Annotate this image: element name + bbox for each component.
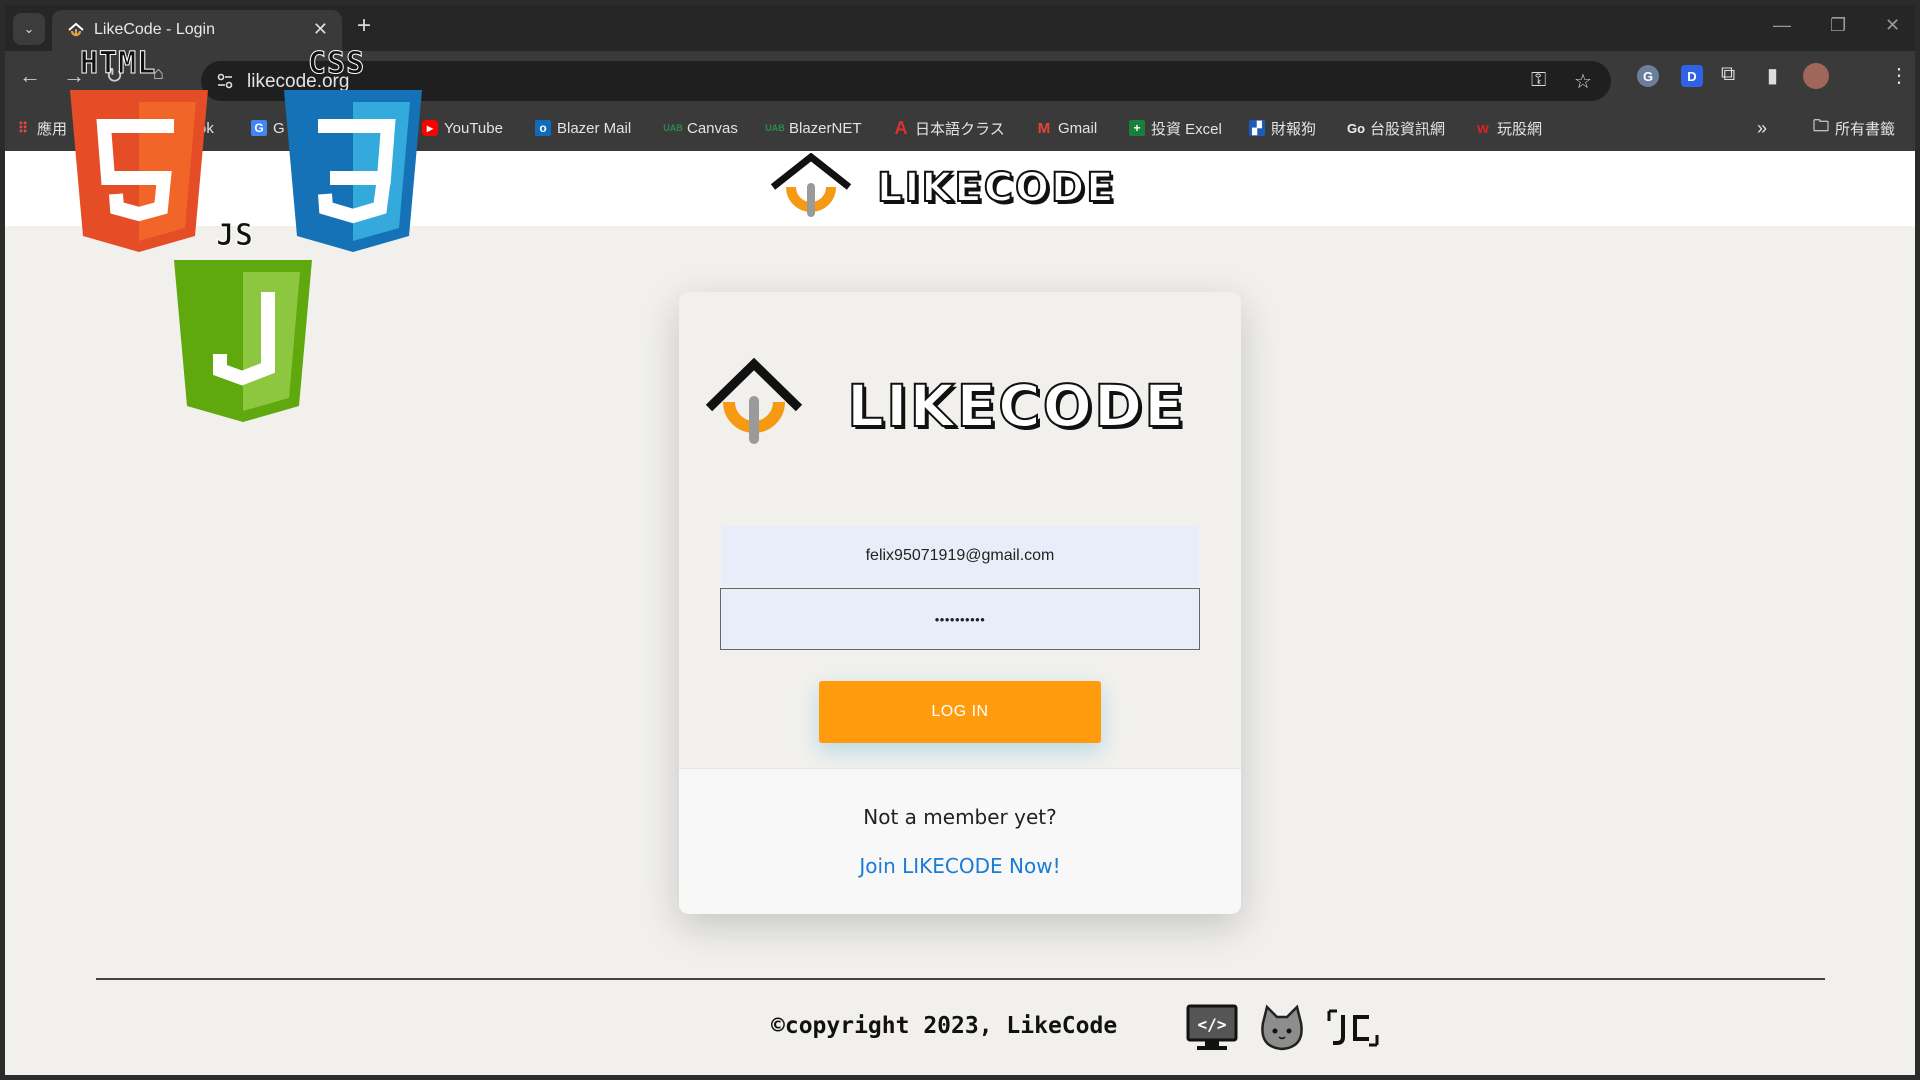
js-label: JS bbox=[215, 218, 255, 254]
close-window-icon[interactable]: ✕ bbox=[1885, 15, 1900, 36]
bookmark-label: 投資 Excel bbox=[1151, 120, 1222, 138]
more-bookmarks-icon[interactable]: » bbox=[1757, 117, 1767, 139]
new-tab-icon[interactable]: + bbox=[357, 14, 371, 38]
copyright-text: ©copyright 2023, LikeCode bbox=[771, 1013, 1118, 1039]
login-card: LIKECODE felix95071919@gmail.com •••••••… bbox=[679, 292, 1241, 914]
bookmark-label: 台股資訊網 bbox=[1370, 120, 1446, 138]
bookmark-blazernet[interactable]: UAB BlazerNET bbox=[765, 117, 862, 139]
jc-logo-icon[interactable] bbox=[1325, 1007, 1381, 1049]
password-field[interactable]: •••••••••• bbox=[720, 588, 1200, 650]
all-bookmarks-label: 所有書籤 bbox=[1835, 120, 1896, 138]
svg-text:</>: </> bbox=[1198, 1015, 1227, 1034]
close-tab-icon[interactable]: ✕ bbox=[313, 19, 328, 40]
bookmark-label: 玩股網 bbox=[1497, 120, 1543, 138]
menu-kebab-icon[interactable]: ⋮ bbox=[1889, 63, 1909, 88]
footer-divider bbox=[96, 978, 1825, 980]
tab-search-button[interactable]: ⌄ bbox=[13, 13, 45, 45]
html5-shield-icon bbox=[70, 90, 208, 252]
go-icon: Go bbox=[1346, 120, 1366, 136]
login-button[interactable]: LOG IN bbox=[819, 681, 1101, 743]
star-bookmark-icon[interactable]: ☆ bbox=[1574, 69, 1592, 94]
email-field[interactable]: felix95071919@gmail.com bbox=[721, 526, 1199, 586]
card-brand: LIKECODE bbox=[846, 371, 1186, 441]
sheets-icon: + bbox=[1129, 120, 1145, 136]
join-link[interactable]: Join LIKECODE Now! bbox=[679, 854, 1241, 878]
gmail-icon: M bbox=[1037, 119, 1051, 137]
tab-likecode-login[interactable]: LikeCode - Login ✕ bbox=[52, 10, 342, 51]
css3-shield-icon bbox=[284, 90, 422, 252]
bookmark-wantgoo[interactable]: w 玩股網 bbox=[1475, 117, 1542, 139]
likecode-favicon-icon bbox=[68, 22, 84, 37]
a-letter-icon: A bbox=[894, 117, 908, 138]
css-label: CSS bbox=[307, 46, 366, 82]
bookmark-label: Blazer Mail bbox=[557, 119, 632, 137]
tab-title: LikeCode - Login bbox=[94, 21, 215, 38]
bookmark-canvas[interactable]: UAB Canvas bbox=[663, 117, 738, 139]
bookmark-gmail[interactable]: M Gmail bbox=[1036, 117, 1097, 139]
bookmark-label: Gmail bbox=[1058, 119, 1098, 137]
all-bookmarks[interactable]: 🗀 所有書籤 bbox=[1813, 117, 1895, 139]
js-shield-icon bbox=[174, 260, 312, 422]
minimize-icon[interactable]: — bbox=[1773, 15, 1791, 36]
restore-icon[interactable]: ❐ bbox=[1830, 15, 1846, 36]
password-value: •••••••••• bbox=[934, 611, 986, 627]
bookmark-apps[interactable]: ⠿ 應用 bbox=[15, 117, 67, 139]
canvas-icon: UAB bbox=[663, 123, 683, 133]
code-monitor-icon[interactable]: </> bbox=[1185, 1003, 1239, 1053]
bookmark-youtube[interactable]: ▶ YouTube bbox=[422, 117, 503, 139]
tab-strip: ⌄ LikeCode - Login ✕ + — ❐ ✕ bbox=[5, 5, 1915, 51]
email-value: felix95071919@gmail.com bbox=[865, 547, 1055, 564]
blazernet-icon: UAB bbox=[765, 123, 785, 133]
bookmark-taiwan-stock[interactable]: Go 台股資訊網 bbox=[1346, 117, 1446, 139]
bookmark-label: BlazerNET bbox=[789, 119, 862, 137]
bookmark-caibaogou[interactable]: ▞ 財報狗 bbox=[1249, 117, 1316, 139]
bookmark-label: YouTube bbox=[444, 119, 503, 137]
likecode-logo-icon[interactable] bbox=[769, 153, 853, 221]
w-icon: w bbox=[1477, 119, 1489, 137]
bookmark-blazer-mail[interactable]: o Blazer Mail bbox=[535, 117, 631, 139]
grammarly-extension-icon[interactable]: G bbox=[1637, 65, 1659, 87]
html-label: HTML bbox=[79, 46, 157, 82]
bookmark-label: Canvas bbox=[687, 119, 738, 137]
bookmark-japanese-class[interactable]: A 日本語クラス bbox=[893, 117, 1005, 139]
key-icon[interactable]: ⚿ bbox=[1531, 69, 1546, 92]
apps-grid-icon: ⠿ bbox=[17, 119, 29, 136]
folder-icon: 🗀 bbox=[1813, 117, 1830, 135]
site-brand[interactable]: LIKECODE bbox=[876, 164, 1116, 212]
translate-icon: G bbox=[251, 120, 267, 136]
chevron-down-icon: ⌄ bbox=[23, 21, 35, 36]
card-footer: Not a member yet? Join LIKECODE Now! bbox=[679, 768, 1241, 914]
likecode-logo-icon bbox=[705, 357, 803, 444]
dog-icon: ▞ bbox=[1249, 120, 1265, 136]
site-info-icon[interactable] bbox=[215, 71, 235, 91]
bookmark-label: 日本語クラス bbox=[915, 120, 1005, 138]
member-question: Not a member yet? bbox=[863, 805, 1057, 829]
bookmark-label: 應用 bbox=[37, 120, 68, 138]
cat-icon[interactable] bbox=[1257, 1003, 1307, 1053]
bookmark-label: 財報狗 bbox=[1271, 120, 1317, 138]
side-panel-icon[interactable]: ▮ bbox=[1767, 63, 1778, 88]
outlook-icon: o bbox=[535, 120, 551, 136]
profile-avatar[interactable] bbox=[1803, 63, 1829, 89]
d-extension-icon[interactable]: D bbox=[1681, 65, 1703, 87]
extensions-puzzle-icon[interactable]: ⧉ bbox=[1721, 63, 1735, 86]
bookmark-invest-excel[interactable]: + 投資 Excel bbox=[1129, 117, 1222, 139]
back-icon[interactable]: ← bbox=[19, 63, 41, 89]
